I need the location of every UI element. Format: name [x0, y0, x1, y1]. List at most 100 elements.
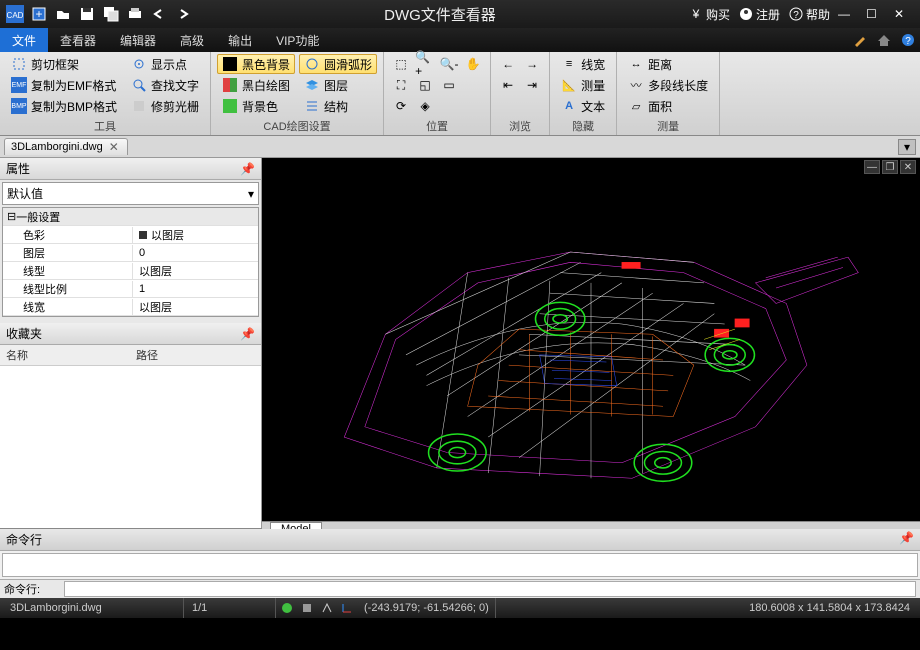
vp-close-icon[interactable]: ✕ — [900, 160, 916, 174]
minimize-icon[interactable]: — — [838, 7, 858, 21]
help-icon[interactable]: ? — [896, 28, 920, 52]
buy-link[interactable]: ¥购买 — [688, 6, 730, 23]
prop-row[interactable]: 色彩以图层 — [3, 226, 258, 244]
maximize-icon[interactable]: ☐ — [866, 7, 886, 21]
command-input[interactable] — [64, 581, 916, 597]
copy-emf-button[interactable]: EMF复制为EMF格式 — [6, 75, 122, 95]
prev-icon[interactable]: ← — [497, 54, 519, 74]
orbit-icon[interactable]: ⟳ — [390, 96, 412, 116]
app-icon[interactable]: CAD — [4, 3, 26, 25]
drawing-canvas[interactable]: — ❐ ✕ — [262, 158, 920, 521]
first-icon[interactable]: ⇤ — [497, 75, 519, 95]
zoom-in-icon[interactable]: 🔍+ — [414, 54, 436, 74]
linewidth-button[interactable]: ≡线宽 — [556, 54, 610, 74]
file-tab[interactable]: 3DLamborgini.dwg ✕ — [4, 138, 128, 155]
properties-header: 属性 📌 — [0, 158, 261, 180]
prop-section[interactable]: ⊟ 一般设置 — [3, 208, 258, 226]
prop-row[interactable]: 线宽以图层 — [3, 298, 258, 316]
edit-icon[interactable] — [848, 28, 872, 52]
cut-frame-button[interactable]: 剪切框架 — [6, 54, 122, 74]
bg-color-button[interactable]: 背景色 — [217, 96, 295, 116]
measure-button[interactable]: 📐测量 — [556, 75, 610, 95]
command-history[interactable] — [2, 553, 918, 577]
new-icon[interactable]: + — [28, 3, 50, 25]
close-icon[interactable]: ✕ — [894, 7, 914, 21]
bw-draw-button[interactable]: 黑白绘图 — [217, 75, 295, 95]
group-label: 隐藏 — [556, 117, 610, 135]
next-icon[interactable]: → — [521, 54, 543, 74]
menu-output[interactable]: 输出 — [216, 28, 264, 52]
props-combo[interactable]: 默认值▾ — [2, 182, 259, 205]
group-label: 浏览 — [497, 117, 543, 135]
svg-text:?: ? — [793, 10, 799, 21]
title-bar: CAD + DWG文件查看器 ¥购买 注册 ?帮助 — ☐ ✕ — [0, 0, 920, 28]
redo-icon[interactable] — [172, 3, 194, 25]
print-icon[interactable] — [124, 3, 146, 25]
status-icon[interactable] — [318, 600, 336, 616]
svg-text:CAD: CAD — [7, 11, 24, 20]
help-link[interactable]: ?帮助 — [788, 6, 830, 23]
pin-icon[interactable]: 📌 — [899, 531, 914, 548]
smooth-arc-button[interactable]: 圆滑弧形 — [299, 54, 377, 74]
viewport: — ❐ ✕ — [262, 158, 920, 528]
show-point-button[interactable]: 显示点 — [126, 54, 204, 74]
status-ucs-icon[interactable] — [338, 600, 356, 616]
zoom-out-icon[interactable]: 🔍- — [438, 54, 460, 74]
last-icon[interactable]: ⇥ — [521, 75, 543, 95]
svg-text:?: ? — [905, 36, 911, 47]
area-button[interactable]: ▱面积 — [623, 96, 713, 116]
view3d-icon[interactable]: ◈ — [414, 96, 436, 116]
zoom-window-icon[interactable]: ⬚ — [390, 54, 412, 74]
undo-icon[interactable] — [148, 3, 170, 25]
tab-dropdown-icon[interactable]: ▾ — [898, 139, 916, 155]
pin-icon[interactable]: 📌 — [240, 162, 255, 176]
pin-icon[interactable]: 📌 — [240, 327, 255, 341]
menu-viewer[interactable]: 查看器 — [48, 28, 108, 52]
command-header: 命令行 📌 — [0, 529, 920, 551]
open-icon[interactable] — [52, 3, 74, 25]
status-icon[interactable] — [298, 600, 316, 616]
saveall-icon[interactable] — [100, 3, 122, 25]
prop-row[interactable]: 线型比例1 — [3, 280, 258, 298]
pan-icon[interactable]: ✋ — [462, 54, 484, 74]
title-right: ¥购买 注册 ?帮助 — ☐ ✕ — [682, 6, 920, 23]
menu-file[interactable]: 文件 — [0, 28, 48, 52]
status-bar: 3DLamborgini.dwg 1/1 (-243.9179; -61.542… — [0, 598, 920, 618]
car-wireframe — [262, 158, 920, 521]
ribbon-group-cad: 黑色背景 黑白绘图 背景色 圆滑弧形 图层 结构 CAD绘图设置 — [211, 52, 384, 135]
register-link[interactable]: 注册 — [738, 6, 780, 23]
prop-row[interactable]: 图层0 — [3, 244, 258, 262]
prop-row[interactable]: 线型以图层 — [3, 262, 258, 280]
status-file: 3DLamborgini.dwg — [4, 598, 184, 618]
trim-raster-button[interactable]: 修剪光栅 — [126, 96, 204, 116]
command-panel: 命令行 📌 命令行: — [0, 528, 920, 598]
copy-bmp-button[interactable]: BMP复制为BMP格式 — [6, 96, 122, 116]
distance-button[interactable]: ↔距离 — [623, 54, 713, 74]
menu-advanced[interactable]: 高级 — [168, 28, 216, 52]
property-grid: ⊟ 一般设置 色彩以图层 图层0 线型以图层 线型比例1 线宽以图层 — [2, 207, 259, 317]
menu-editor[interactable]: 编辑器 — [108, 28, 168, 52]
save-icon[interactable] — [76, 3, 98, 25]
black-bg-button[interactable]: 黑色背景 — [217, 54, 295, 74]
fit-icon[interactable]: ⛶ — [390, 75, 412, 95]
favorites-header: 收藏夹 📌 — [0, 323, 261, 345]
text-button[interactable]: A文本 — [556, 96, 610, 116]
menu-vip[interactable]: VIP功能 — [264, 28, 331, 52]
struct-button[interactable]: 结构 — [299, 96, 377, 116]
group-label: CAD绘图设置 — [217, 117, 377, 135]
status-icon[interactable] — [278, 600, 296, 616]
vp-restore-icon[interactable]: ❐ — [882, 160, 898, 174]
command-prompt: 命令行: — [4, 581, 64, 597]
status-coords: (-243.9179; -61.54266; 0) — [358, 598, 496, 618]
extent-icon[interactable]: ◱ — [414, 75, 436, 95]
vp-minimize-icon[interactable]: — — [864, 160, 880, 174]
find-text-button[interactable]: 查找文字 — [126, 75, 204, 95]
region-icon[interactable]: ▭ — [438, 75, 460, 95]
group-label: 位置 — [390, 117, 484, 135]
layer-button[interactable]: 图层 — [299, 75, 377, 95]
home-icon[interactable] — [872, 28, 896, 52]
menu-bar: 文件 查看器 编辑器 高级 输出 VIP功能 ? — [0, 28, 920, 52]
polylen-button[interactable]: 〰多段线长度 — [623, 75, 713, 95]
svg-text:+: + — [35, 7, 42, 21]
close-tab-icon[interactable]: ✕ — [107, 140, 121, 154]
